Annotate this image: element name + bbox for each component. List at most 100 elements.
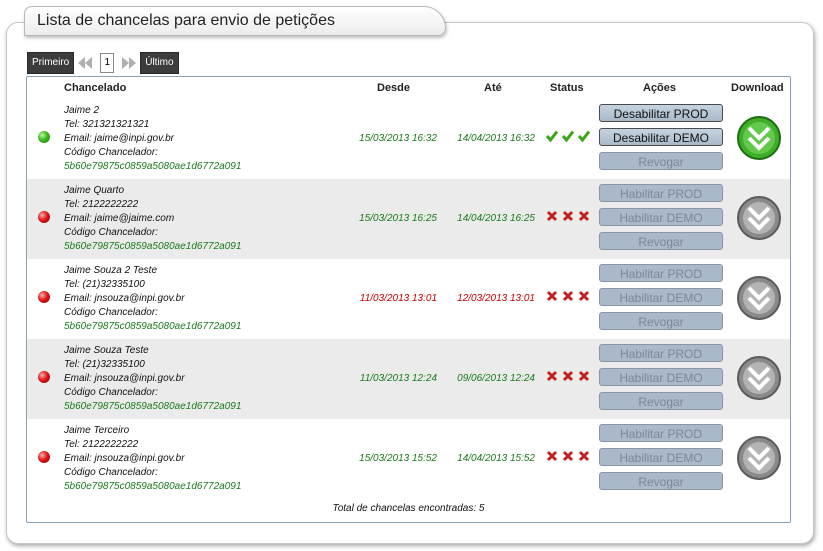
- red-x-icon: [562, 450, 574, 462]
- chancelado-tel: Tel: (21)32335100: [64, 359, 145, 370]
- chancelado-email: Email: jnsouza@inpi.gov.br: [64, 453, 185, 464]
- chancelado-tel: Tel: 2122222222: [64, 199, 139, 210]
- enable-demo-button: Habilitar DEMO: [599, 368, 723, 386]
- download-chevron-icon: [737, 196, 781, 240]
- date-desde: 11/03/2013 12:24: [359, 373, 437, 384]
- status-icons: [545, 129, 593, 145]
- header-status: Status: [550, 82, 584, 94]
- revoke-button: Revogar: [599, 392, 723, 410]
- status-icons: [545, 289, 593, 305]
- status-icons: [545, 449, 593, 465]
- red-dot-icon: [38, 371, 50, 383]
- enable-prod-button: Habilitar PROD: [599, 264, 723, 282]
- red-x-icon: [562, 290, 574, 302]
- revoke-button: Revogar: [599, 312, 723, 330]
- header-download: Download: [731, 82, 784, 94]
- chancelado-email: Email: jnsouza@inpi.gov.br: [64, 373, 185, 384]
- first-page-button[interactable]: Primeiro: [27, 52, 75, 74]
- green-dot-icon: [38, 131, 50, 143]
- table-row: Jaime Souza Teste Tel: (21)32335100 Emai…: [27, 339, 790, 419]
- date-ate: 09/06/2013 12:24: [457, 373, 535, 384]
- green-check-icon: [577, 130, 591, 143]
- date-desde: 11/03/2013 13:01: [359, 293, 437, 304]
- chancelado-info: Jaime Souza 2 Teste Tel: (21)32335100 Em…: [64, 264, 241, 334]
- chancelado-name: Jaime 2: [64, 105, 100, 116]
- revoke-button: Revogar: [599, 232, 723, 250]
- chancelado-tel: Tel: 2122222222: [64, 439, 139, 450]
- enable-prod-button: Habilitar PROD: [599, 344, 723, 362]
- download-chevron-icon[interactable]: [736, 115, 782, 161]
- header-desde: Desde: [377, 82, 411, 94]
- chancelado-name: Jaime Terceiro: [64, 425, 130, 436]
- red-x-icon: [578, 450, 590, 462]
- enable-prod-button: Habilitar PROD: [599, 424, 723, 442]
- actions: Habilitar PROD Habilitar DEMO Revogar: [599, 344, 723, 416]
- actions: Habilitar PROD Habilitar DEMO Revogar: [599, 264, 723, 336]
- next-arrow-icon[interactable]: [121, 55, 137, 71]
- code-label: Código Chancelador:: [64, 147, 158, 158]
- red-x-icon: [546, 210, 558, 222]
- date-ate: 12/03/2013 13:01: [457, 293, 535, 304]
- last-page-button[interactable]: Último: [140, 52, 179, 74]
- red-x-icon: [546, 290, 558, 302]
- chancelado-code: 5b60e79875c0859a5080ae1d6772a091: [64, 401, 242, 412]
- actions: Habilitar PROD Habilitar DEMO Revogar: [599, 184, 723, 256]
- date-desde: 15/03/2013 16:32: [359, 133, 437, 144]
- current-page[interactable]: 1: [100, 53, 115, 73]
- red-x-icon: [546, 370, 558, 382]
- download-chevron-icon: [737, 276, 781, 320]
- table-row: Jaime Quarto Tel: 2122222222 Email: jaim…: [27, 179, 790, 259]
- header-chancelado: Chancelado: [64, 82, 127, 94]
- red-x-icon: [578, 290, 590, 302]
- chancelado-code: 5b60e79875c0859a5080ae1d6772a091: [64, 241, 242, 252]
- chancelado-info: Jaime Quarto Tel: 2122222222 Email: jaim…: [64, 184, 241, 254]
- green-check-icon: [561, 130, 575, 143]
- chancelado-name: Jaime Souza Teste: [64, 345, 149, 356]
- chancelado-name: Jaime Souza 2 Teste: [64, 265, 158, 276]
- chancelas-table: Chancelado Desde Até Status Ações Downlo…: [26, 76, 791, 523]
- enable-demo-button: Habilitar DEMO: [599, 288, 723, 306]
- disable-demo-button[interactable]: Desabilitar DEMO: [599, 128, 723, 146]
- title-tab: Lista de chancelas para envio de petiçõe…: [24, 6, 446, 36]
- disable-prod-button[interactable]: Desabilitar PROD: [599, 104, 723, 122]
- chancelado-tel: Tel: 321321321321: [64, 119, 150, 130]
- revoke-button: Revogar: [599, 152, 723, 170]
- page-title: Lista de chancelas para envio de petiçõe…: [37, 12, 335, 29]
- red-x-icon: [578, 210, 590, 222]
- chancelado-code: 5b60e79875c0859a5080ae1d6772a091: [64, 321, 242, 332]
- chancelado-email: Email: jaime@inpi.gov.br: [64, 133, 175, 144]
- table-row: Jaime 2 Tel: 321321321321 Email: jaime@i…: [27, 99, 790, 179]
- table-row: Jaime Terceiro Tel: 2122222222 Email: jn…: [27, 419, 790, 499]
- table-row: Jaime Souza 2 Teste Tel: (21)32335100 Em…: [27, 259, 790, 339]
- red-x-icon: [562, 210, 574, 222]
- download-chevron-icon: [737, 436, 781, 480]
- actions: Desabilitar PROD Desabilitar DEMO Revoga…: [599, 104, 723, 176]
- red-x-icon: [562, 370, 574, 382]
- chancelado-info: Jaime Terceiro Tel: 2122222222 Email: jn…: [64, 424, 241, 494]
- enable-prod-button: Habilitar PROD: [599, 184, 723, 202]
- previous-arrow-icon[interactable]: [77, 55, 93, 71]
- date-ate: 14/04/2013 15:52: [457, 453, 535, 464]
- date-desde: 15/03/2013 15:52: [359, 453, 437, 464]
- code-label: Código Chancelador:: [64, 227, 158, 238]
- header-ate: Até: [484, 82, 502, 94]
- table-header: Chancelado Desde Até Status Ações Downlo…: [27, 77, 790, 99]
- red-dot-icon: [38, 291, 50, 303]
- chancelado-email: Email: jnsouza@inpi.gov.br: [64, 293, 185, 304]
- chancelado-tel: Tel: (21)32335100: [64, 279, 145, 290]
- enable-demo-button: Habilitar DEMO: [599, 208, 723, 226]
- pagination: Primeiro 1 Último: [27, 52, 179, 74]
- download-chevron-icon: [737, 356, 781, 400]
- actions: Habilitar PROD Habilitar DEMO Revogar: [599, 424, 723, 496]
- red-x-icon: [546, 450, 558, 462]
- red-dot-icon: [38, 451, 50, 463]
- chancelado-info: Jaime 2 Tel: 321321321321 Email: jaime@i…: [64, 104, 241, 174]
- date-ate: 14/04/2013 16:32: [457, 133, 535, 144]
- code-label: Código Chancelador:: [64, 307, 158, 318]
- chancelado-name: Jaime Quarto: [64, 185, 125, 196]
- code-label: Código Chancelador:: [64, 387, 158, 398]
- revoke-button: Revogar: [599, 472, 723, 490]
- chancelado-email: Email: jaime@jaime.com: [64, 213, 175, 224]
- date-desde: 15/03/2013 16:25: [359, 213, 437, 224]
- green-check-icon: [545, 130, 559, 143]
